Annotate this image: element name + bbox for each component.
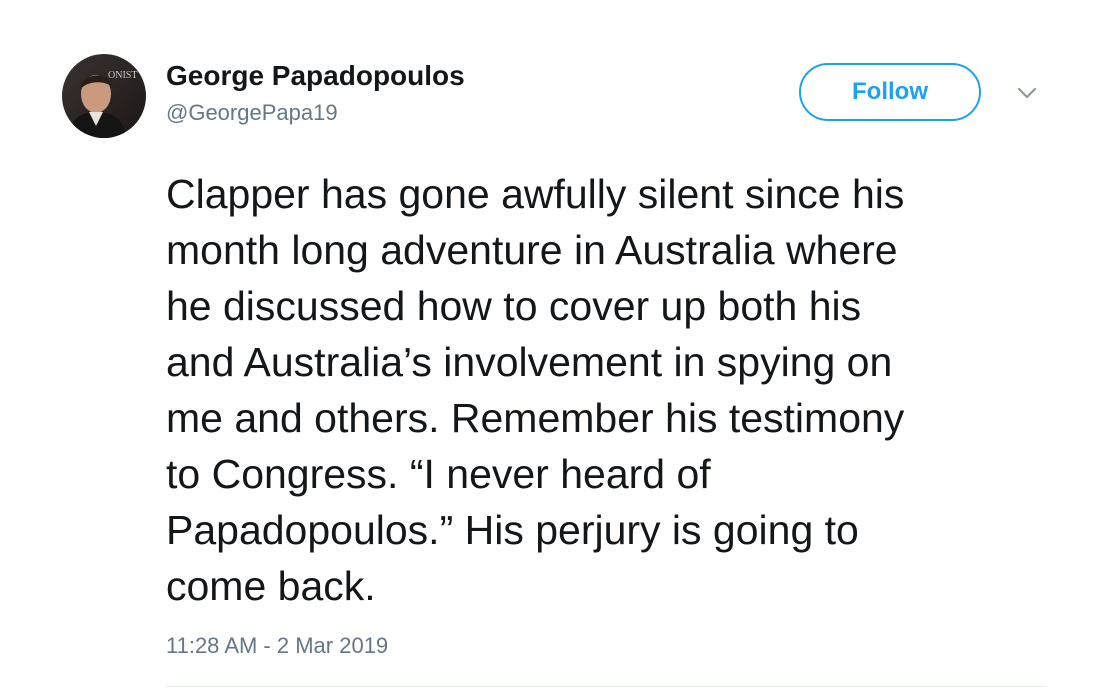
tweet-text-line: me and others. Remember his testimony: [166, 395, 905, 441]
tweet-text-line: and Australia’s involvement in spying on: [166, 339, 893, 385]
avatar[interactable]: ONIST: [62, 54, 146, 138]
tweet-text-line: month long adventure in Australia where: [166, 227, 898, 273]
follow-button[interactable]: Follow: [799, 63, 981, 121]
tweet-text-line: come back.: [166, 563, 376, 609]
avatar-image: ONIST: [62, 54, 146, 138]
author-display-name[interactable]: George Papadopoulos: [166, 59, 465, 93]
author-handle[interactable]: @GeorgePapa19: [166, 99, 338, 127]
tweet-timestamp[interactable]: 11:28 AM - 2 Mar 2019: [166, 632, 388, 660]
tweet-text-line: Papadopoulos.” His perjury is going to: [166, 507, 859, 553]
chevron-down-icon[interactable]: [1013, 84, 1041, 102]
avatar-backdrop-text: ONIST: [108, 70, 137, 81]
tweet-text-line: Clapper has gone awfully silent since hi…: [166, 171, 905, 217]
divider: [166, 686, 1046, 687]
tweet-text-line: he discussed how to cover up both his: [166, 283, 862, 329]
tweet-text-line: to Congress. “I never heard of: [166, 451, 711, 497]
tweet-card: ONIST George Papadopoulos @GeorgePapa19 …: [0, 0, 1112, 688]
tweet-text: Clapper has gone awfully silent since hi…: [166, 166, 1066, 614]
